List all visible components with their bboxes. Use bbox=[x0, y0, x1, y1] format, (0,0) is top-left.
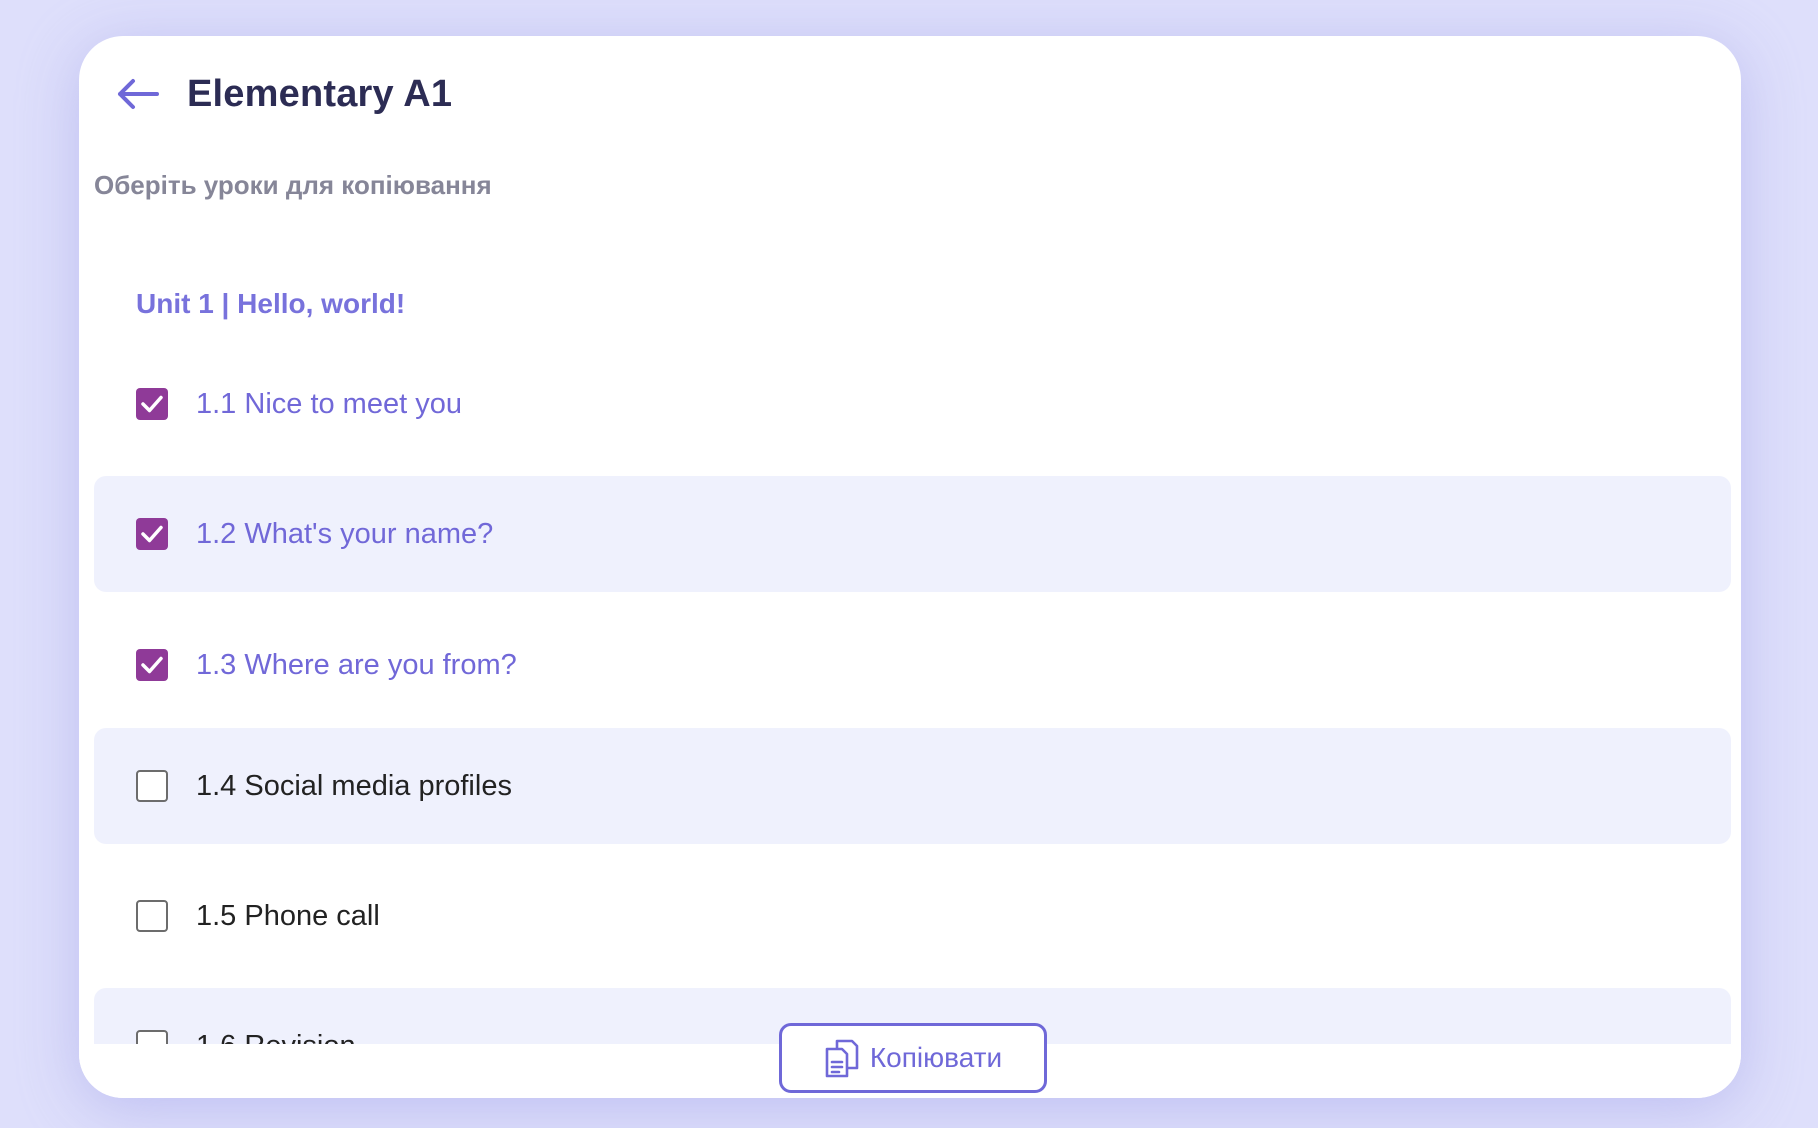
back-button[interactable] bbox=[113, 70, 161, 118]
copy-button-label: Копіювати bbox=[869, 1042, 1003, 1073]
copy-lessons-dialog: Elementary A1 Оберіть уроки для копіюван… bbox=[79, 36, 1741, 1098]
instructions-text: Оберіть уроки для копіювання bbox=[94, 170, 492, 200]
arrow-left-icon bbox=[118, 79, 159, 109]
lesson-row-1-1[interactable]: 1.1 Nice to meet you bbox=[94, 346, 1731, 462]
lesson-row-1-5[interactable]: 1.5 Phone call bbox=[94, 858, 1731, 974]
checkmark-icon bbox=[141, 395, 163, 413]
lesson-checkbox[interactable] bbox=[136, 388, 168, 420]
copy-button[interactable]: Копіювати bbox=[779, 1023, 1047, 1093]
lesson-list[interactable]: Unit 1 | Hello, world! 1.1 Nice to meet … bbox=[94, 236, 1731, 1044]
copy-document-icon bbox=[825, 1039, 859, 1078]
lesson-checkbox[interactable] bbox=[136, 649, 168, 681]
lesson-label: 1.6 Revision bbox=[196, 1030, 356, 1045]
dialog-header: Elementary A1 bbox=[113, 54, 452, 134]
page-title: Elementary A1 bbox=[187, 72, 453, 115]
checkmark-icon bbox=[141, 656, 163, 674]
checkmark-icon bbox=[141, 525, 163, 543]
lesson-label: 1.5 Phone call bbox=[196, 899, 380, 932]
lesson-checkbox[interactable] bbox=[136, 900, 168, 932]
lesson-checkbox[interactable] bbox=[136, 770, 168, 802]
lesson-row-1-3[interactable]: 1.3 Where are you from? bbox=[94, 607, 1731, 723]
lesson-checkbox[interactable] bbox=[136, 1030, 168, 1044]
unit-title: Unit 1 | Hello, world! bbox=[136, 288, 406, 319]
lesson-label: 1.3 Where are you from? bbox=[196, 648, 517, 681]
lesson-row-1-4[interactable]: 1.4 Social media profiles bbox=[94, 728, 1731, 844]
lesson-label: 1.2 What's your name? bbox=[196, 517, 494, 550]
lesson-checkbox[interactable] bbox=[136, 518, 168, 550]
lesson-row-1-2[interactable]: 1.2 What's your name? bbox=[94, 476, 1731, 592]
lesson-label: 1.1 Nice to meet you bbox=[196, 387, 462, 420]
lesson-label: 1.4 Social media profiles bbox=[196, 769, 512, 802]
